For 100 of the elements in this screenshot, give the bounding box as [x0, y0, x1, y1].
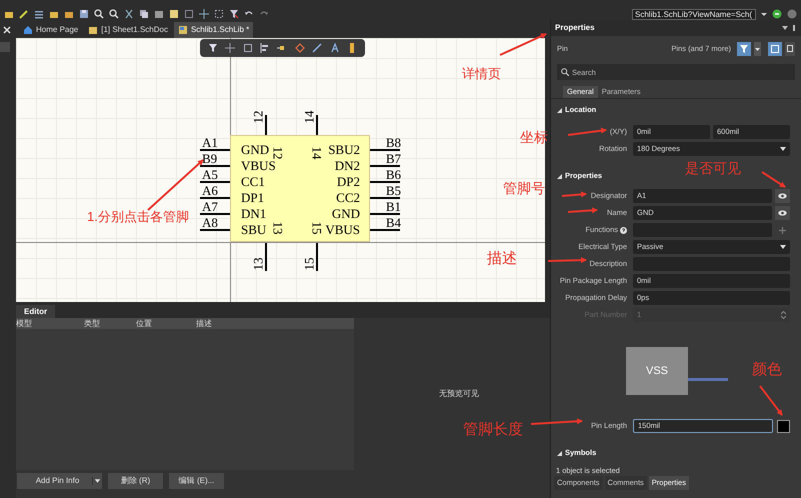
color-swatch[interactable] — [777, 420, 790, 432]
caret-icon[interactable] — [754, 42, 761, 56]
pin-number: B4 — [384, 216, 401, 229]
pin-number: 12 — [252, 110, 264, 124]
pin-line — [370, 229, 400, 231]
pin-number: B6 — [384, 168, 401, 181]
button[interactable]: 删除 (R) — [108, 473, 163, 489]
pin-line — [200, 149, 230, 151]
visibility-button[interactable] — [775, 206, 790, 220]
pin-line — [370, 197, 400, 199]
pin-name: DN1 — [241, 207, 266, 220]
pin-number: B9 — [202, 152, 218, 165]
crosshair-icon[interactable] — [199, 9, 209, 19]
pin-name: CC1 — [241, 175, 265, 188]
pin-line — [370, 181, 400, 183]
pin-number: A5 — [202, 168, 218, 181]
pin-number: A8 — [202, 216, 218, 229]
pin-number: A1 — [202, 136, 218, 149]
annotation-text: 是否可见 — [685, 161, 741, 175]
pin-number: B1 — [384, 200, 401, 213]
pin-number: 15 — [302, 256, 316, 270]
pin-number: B8 — [384, 136, 401, 149]
filter-icon[interactable] — [229, 9, 239, 19]
pin-name: DP1 — [241, 191, 264, 204]
dotted-square-icon[interactable] — [214, 9, 224, 19]
pin-name: DP2 — [336, 175, 360, 188]
pin-line — [265, 243, 267, 271]
panel-title: Properties — [555, 22, 595, 34]
pin-preview-line — [688, 378, 728, 381]
eye-icon — [778, 193, 787, 199]
pin-line — [370, 165, 400, 167]
column-header[interactable]: 类型 — [68, 318, 136, 329]
spinner-icon — [781, 311, 786, 319]
eye-icon — [778, 210, 787, 216]
crosshair-icon[interactable] — [225, 43, 236, 53]
pin-number: 13 — [252, 256, 264, 270]
column-header[interactable]: 模型 — [16, 318, 68, 329]
search-icon — [561, 68, 569, 76]
annotation-arrow — [761, 171, 786, 188]
align-icon[interactable] — [260, 43, 270, 53]
caret-icon — [780, 245, 786, 249]
triangle-icon[interactable] — [557, 174, 562, 178]
column-header[interactable]: 位置 — [136, 318, 196, 329]
pin-preview-box: VSS — [626, 347, 688, 395]
filter-button[interactable] — [737, 42, 751, 56]
circle-icon[interactable] — [787, 9, 797, 19]
visibility-button[interactable] — [775, 189, 790, 203]
triangle-icon[interactable] — [557, 450, 562, 456]
filter-icon[interactable] — [208, 43, 218, 53]
caret-icon[interactable] — [782, 25, 788, 31]
annotation-arrow — [530, 418, 583, 425]
shape-icon[interactable] — [294, 43, 305, 53]
help-icon[interactable] — [620, 226, 627, 234]
pin-number: B5 — [384, 184, 401, 197]
pencil-icon[interactable] — [19, 9, 29, 19]
pin-line — [316, 243, 318, 271]
annotation-text: 描述 — [487, 251, 517, 266]
annotation-arrow — [568, 207, 598, 214]
folder-icon — [88, 25, 98, 35]
pin-name: VBUS — [325, 223, 360, 236]
pin-line — [200, 213, 230, 215]
annotation-text: 管脚长度 — [463, 422, 523, 437]
pin-line — [265, 115, 267, 135]
button[interactable]: Add Pin Info — [17, 473, 102, 489]
select-button[interactable] — [768, 42, 782, 56]
square-icon[interactable] — [184, 9, 194, 19]
preview-message: 无预览可见 — [438, 388, 479, 400]
pin-number: A7 — [202, 200, 218, 213]
caret-icon — [780, 147, 786, 151]
document-tab[interactable]: Schlib1.SchLib * — [174, 22, 254, 38]
pin-name: GND — [332, 207, 360, 220]
square-icon[interactable] — [242, 43, 253, 53]
panel-tab[interactable]: Editor — [16, 305, 56, 318]
triangle-icon[interactable] — [557, 108, 562, 112]
plus-icon — [779, 226, 786, 234]
pin-name: SBU2 — [328, 143, 360, 156]
annotation-arrow — [759, 385, 783, 416]
filter-icon — [740, 45, 748, 53]
save-icon[interactable] — [79, 9, 89, 19]
zoom-out-icon[interactable] — [109, 9, 119, 19]
pin-name: VBUS — [241, 159, 276, 172]
document-icon — [178, 25, 188, 35]
pin-line — [200, 229, 230, 231]
pin-number: 14 — [310, 146, 324, 160]
zoom-in-icon[interactable] — [94, 9, 104, 19]
button[interactable]: 编辑 (E)... — [169, 473, 224, 489]
address-field[interactable]: Schlib1.SchLib?ViewName=Sch( — [632, 8, 756, 20]
text-icon[interactable] — [330, 43, 340, 53]
folder-icon[interactable] — [4, 9, 14, 19]
annotation-text: 1.分别点击各管脚 — [87, 210, 189, 223]
pin-line — [200, 181, 230, 183]
copy-icon[interactable] — [139, 9, 149, 19]
column-header[interactable]: 描述 — [196, 318, 276, 329]
line-icon[interactable] — [312, 43, 322, 53]
scissors-icon[interactable] — [124, 9, 134, 19]
select-button[interactable] — [785, 42, 795, 56]
close-icon[interactable] — [3, 26, 11, 34]
pin-name: DN2 — [334, 159, 360, 172]
pin-number: 15 — [310, 222, 324, 236]
list-icon[interactable] — [34, 9, 44, 19]
